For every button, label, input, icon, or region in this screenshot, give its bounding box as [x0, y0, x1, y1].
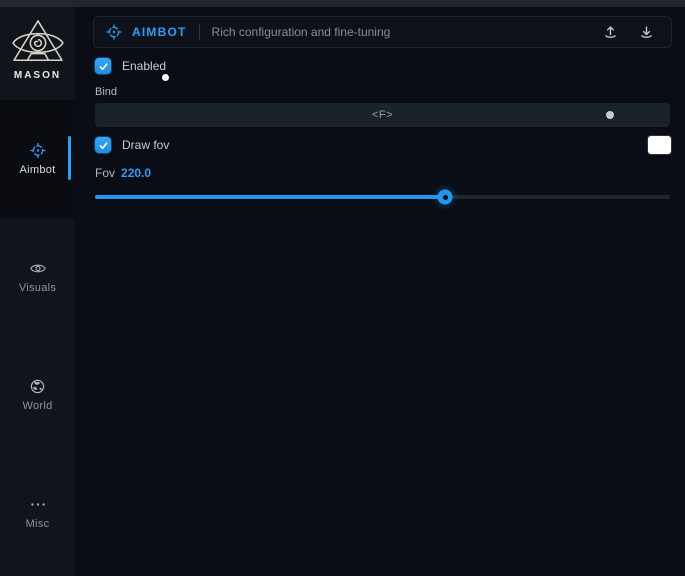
enabled-checkbox[interactable]	[95, 58, 111, 74]
sidebar-item-visuals[interactable]: Visuals	[0, 218, 75, 336]
sidebar-item-world[interactable]: World	[0, 336, 75, 454]
fov-label: Fov	[95, 166, 115, 180]
sidebar-item-misc[interactable]: Misc	[0, 454, 75, 572]
upload-icon	[603, 24, 618, 40]
sidebar: MASON Aimbot	[0, 7, 75, 576]
fov-slider-fill	[95, 195, 445, 199]
draw-fov-checkbox[interactable]	[95, 137, 111, 153]
fov-label-row: Fov 220.0	[95, 166, 151, 180]
enabled-label: Enabled	[122, 59, 166, 73]
download-icon	[639, 24, 654, 40]
bind-value: <F>	[372, 109, 393, 121]
page-title: AIMBOT	[132, 25, 187, 39]
sidebar-item-aimbot[interactable]: Aimbot	[0, 100, 75, 218]
enabled-row: Enabled	[95, 58, 166, 74]
checkmark-icon	[98, 140, 109, 151]
active-indicator	[68, 136, 71, 180]
globe-icon	[30, 378, 46, 394]
sidebar-nav: Aimbot Visuals	[0, 100, 75, 572]
checkmark-icon	[98, 61, 109, 72]
draw-fov-row: Draw fov	[95, 137, 169, 153]
sidebar-item-label: Misc	[26, 518, 50, 530]
window-top-strip	[0, 0, 685, 7]
bind-input[interactable]: <F>	[95, 103, 670, 127]
brand-name: MASON	[14, 70, 61, 81]
page-subtitle: Rich configuration and fine-tuning	[212, 25, 391, 39]
bind-label: Bind	[95, 86, 117, 98]
sidebar-item-label: Aimbot	[19, 164, 55, 176]
eye-icon	[30, 260, 46, 276]
mouse-cursor-dot	[162, 74, 169, 81]
ellipsis-icon	[30, 496, 46, 512]
fov-value: 220.0	[121, 166, 151, 180]
fov-slider[interactable]	[95, 195, 670, 199]
crosshair-icon	[106, 24, 122, 40]
import-config-button[interactable]	[633, 21, 659, 43]
main-content: AIMBOT Rich configuration and fine-tunin…	[75, 7, 685, 576]
sidebar-item-label: Visuals	[19, 282, 56, 294]
fov-slider-thumb[interactable]	[438, 190, 453, 205]
app-window: MASON Aimbot	[0, 0, 685, 576]
bind-field-dot	[606, 111, 614, 119]
app-shell: MASON Aimbot	[0, 7, 685, 576]
header-divider	[199, 24, 200, 40]
fov-color-swatch[interactable]	[648, 136, 671, 154]
brand-logo: MASON	[0, 7, 75, 100]
export-config-button[interactable]	[597, 21, 623, 43]
page-header: AIMBOT Rich configuration and fine-tunin…	[93, 16, 672, 48]
mason-eye-pyramid-logo-icon	[9, 19, 67, 67]
sidebar-item-label: World	[22, 400, 52, 412]
crosshair-icon	[30, 142, 46, 158]
draw-fov-label: Draw fov	[122, 138, 169, 152]
